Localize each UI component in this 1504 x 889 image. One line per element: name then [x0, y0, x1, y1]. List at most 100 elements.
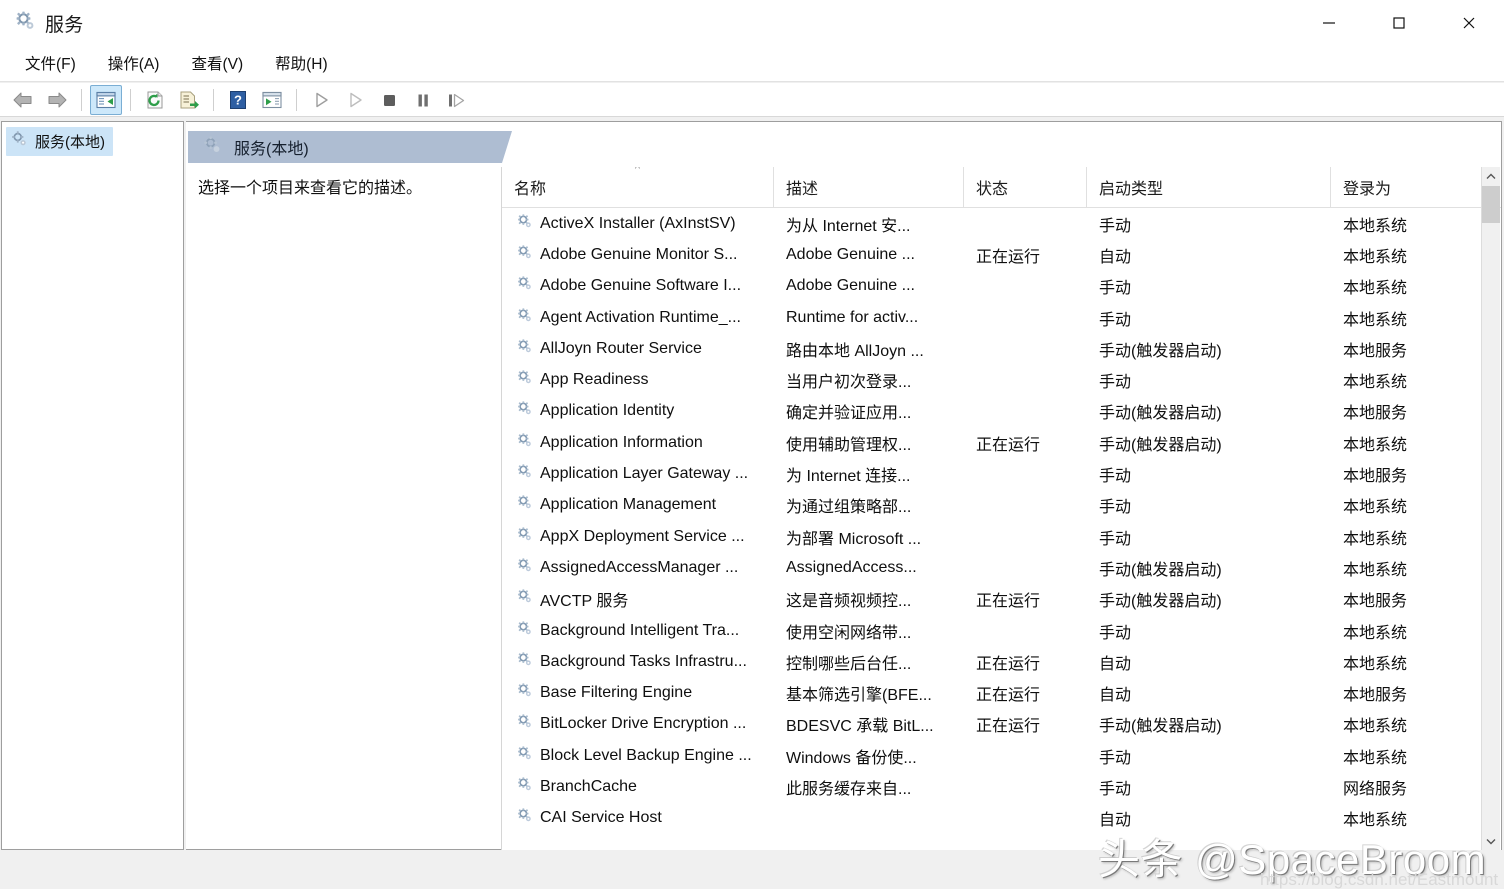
close-button[interactable]: [1434, 0, 1504, 46]
table-row[interactable]: AllJoyn Router Service路由本地 AllJoyn ...手动…: [502, 333, 1501, 364]
cell-status: 正在运行: [964, 587, 1087, 611]
toolbar-separator: [130, 89, 131, 111]
show-hide-console-tree-icon[interactable]: [90, 85, 122, 115]
services-gear-icon: [202, 135, 222, 160]
cell-description: 确定并验证应用...: [774, 399, 964, 423]
service-gear-icon: [516, 432, 533, 454]
cell-status: 正在运行: [964, 681, 1087, 705]
window-controls: [1294, 0, 1504, 46]
forward-arrow-icon[interactable]: [41, 85, 73, 115]
menu-bar: 文件(F) 操作(A) 查看(V) 帮助(H): [0, 46, 1504, 82]
column-header-startup-type[interactable]: 启动类型: [1087, 167, 1331, 207]
column-header-log-on-as[interactable]: 登录为: [1331, 167, 1482, 207]
content-area: 服务(本地) 服务: [0, 118, 1504, 853]
service-gear-icon: [516, 494, 533, 516]
table-row[interactable]: Application Layer Gateway ...为 Internet …: [502, 458, 1501, 489]
cell-startup: 自动: [1087, 806, 1331, 830]
menu-help[interactable]: 帮助(H): [264, 49, 339, 78]
table-row[interactable]: AVCTP 服务这是音频视频控...正在运行手动(触发器启动)本地服务: [502, 584, 1501, 615]
column-header-description[interactable]: 描述: [774, 167, 964, 207]
service-gear-icon: [516, 713, 533, 735]
table-row[interactable]: App Readiness当用户初次登录...手动本地系统: [502, 364, 1501, 395]
table-row[interactable]: Background Intelligent Tra...使用空闲网络带...手…: [502, 615, 1501, 646]
table-row[interactable]: Adobe Genuine Monitor S...Adobe Genuine …: [502, 239, 1501, 270]
title-bar: 服务: [0, 0, 1504, 46]
tree-item-services-local[interactable]: 服务(本地): [6, 127, 113, 156]
cell-description: 控制哪些后台任...: [774, 650, 964, 674]
cell-startup: 手动: [1087, 493, 1331, 517]
cell-startup: 手动(触发器启动): [1087, 587, 1331, 611]
column-header-label: 状态: [976, 175, 1008, 199]
service-name-label: CAI Service Host: [540, 809, 662, 827]
service-name-label: BranchCache: [540, 778, 637, 796]
cell-logon: 本地系统: [1331, 243, 1501, 267]
column-header-status[interactable]: 状态: [964, 167, 1087, 207]
column-header-name[interactable]: ^ 名称: [502, 167, 774, 207]
cell-name: Application Management: [502, 494, 774, 516]
table-row[interactable]: Background Tasks Infrastru...控制哪些后台任...正…: [502, 646, 1501, 677]
table-row[interactable]: AppX Deployment Service ...为部署 Microsoft…: [502, 521, 1501, 552]
cell-name: BitLocker Drive Encryption ...: [502, 713, 774, 735]
table-row[interactable]: BitLocker Drive Encryption ...BDESVC 承载 …: [502, 709, 1501, 740]
service-name-label: Background Intelligent Tra...: [540, 622, 739, 640]
table-row[interactable]: Base Filtering Engine基本筛选引擎(BFE...正在运行自动…: [502, 677, 1501, 708]
help-icon[interactable]: ?: [222, 85, 254, 115]
menu-file[interactable]: 文件(F): [14, 49, 87, 78]
tree-item-label: 服务(本地): [35, 131, 105, 152]
cell-status: 正在运行: [964, 712, 1087, 736]
cell-startup: 手动: [1087, 274, 1331, 298]
scrollbar-thumb[interactable]: [1482, 186, 1500, 223]
cell-status: 正在运行: [964, 431, 1087, 455]
scroll-up-arrow-icon[interactable]: [1482, 167, 1500, 185]
cell-description: 这是音频视频控...: [774, 587, 964, 611]
table-row[interactable]: Adobe Genuine Software I...Adobe Genuine…: [502, 271, 1501, 302]
cell-logon: 本地服务: [1331, 681, 1501, 705]
table-row[interactable]: Application Information使用辅助管理权...正在运行手动(…: [502, 427, 1501, 458]
resume-service-icon[interactable]: [339, 85, 371, 115]
menu-action[interactable]: 操作(A): [97, 49, 171, 78]
table-row[interactable]: AssignedAccessManager ...AssignedAccess.…: [502, 552, 1501, 583]
cell-logon: 本地系统: [1331, 619, 1501, 643]
cell-name: AppX Deployment Service ...: [502, 526, 774, 548]
start-service-icon[interactable]: [305, 85, 337, 115]
show-hide-action-pane-icon[interactable]: [256, 85, 288, 115]
cell-logon: 本地系统: [1331, 274, 1501, 298]
list-header-row: ^ 名称 描述 状态 启动类型 登录为: [502, 167, 1501, 208]
maximize-button[interactable]: [1364, 0, 1434, 46]
service-name-label: AppX Deployment Service ...: [540, 528, 745, 546]
sort-ascending-icon: ^: [635, 167, 640, 175]
service-name-label: BitLocker Drive Encryption ...: [540, 715, 746, 733]
scroll-down-arrow-icon[interactable]: [1482, 832, 1500, 850]
cell-name: Adobe Genuine Software I...: [502, 275, 774, 297]
cell-logon: 本地系统: [1331, 712, 1501, 736]
cell-description: 为 Internet 连接...: [774, 462, 964, 486]
console-tree-pane: 服务(本地): [1, 121, 184, 850]
table-row[interactable]: Agent Activation Runtime_...Runtime for …: [502, 302, 1501, 333]
column-header-label: 登录为: [1343, 175, 1391, 199]
table-row[interactable]: Application Identity确定并验证应用...手动(触发器启动)本…: [502, 396, 1501, 427]
cell-name: Adobe Genuine Monitor S...: [502, 244, 774, 266]
service-name-label: Background Tasks Infrastru...: [540, 653, 747, 671]
table-row[interactable]: Application Management为通过组策略部...手动本地系统: [502, 490, 1501, 521]
restart-service-icon[interactable]: [441, 85, 473, 115]
pause-service-icon[interactable]: [407, 85, 439, 115]
service-name-label: Adobe Genuine Software I...: [540, 277, 741, 295]
table-row[interactable]: BranchCache此服务缓存来自...手动网络服务: [502, 771, 1501, 802]
cell-logon: 网络服务: [1331, 775, 1501, 799]
cell-logon: 本地服务: [1331, 399, 1501, 423]
menu-view[interactable]: 查看(V): [180, 49, 254, 78]
refresh-icon[interactable]: [139, 85, 171, 115]
toolbar-separator: [213, 89, 214, 111]
back-arrow-icon[interactable]: [7, 85, 39, 115]
table-row[interactable]: CAI Service Host自动本地系统: [502, 803, 1501, 834]
cell-name: Application Identity: [502, 400, 774, 422]
column-header-label: 启动类型: [1099, 175, 1163, 199]
vertical-scrollbar[interactable]: [1481, 167, 1500, 850]
table-row[interactable]: ActiveX Installer (AxInstSV)为从 Internet …: [502, 208, 1501, 239]
table-row[interactable]: Block Level Backup Engine ...Windows 备份使…: [502, 740, 1501, 771]
service-name-label: Application Information: [540, 434, 703, 452]
cell-name: BranchCache: [502, 776, 774, 798]
export-list-icon[interactable]: [173, 85, 205, 115]
stop-service-icon[interactable]: [373, 85, 405, 115]
minimize-button[interactable]: [1294, 0, 1364, 46]
